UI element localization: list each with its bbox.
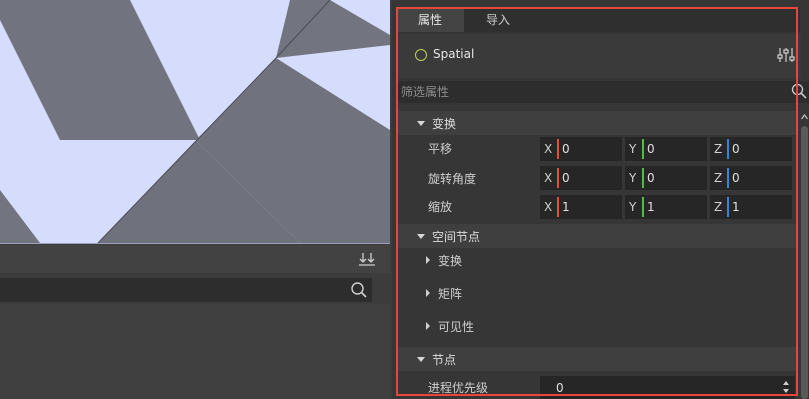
translation-label: 平移: [428, 142, 453, 156]
section-node[interactable]: 节点: [397, 347, 797, 371]
axis-x-label: X: [544, 171, 553, 185]
spinner-icon[interactable]: [781, 378, 791, 396]
tab-properties[interactable]: 属性: [396, 8, 465, 32]
chevron-right-icon: [426, 256, 430, 264]
left-search-bar[interactable]: [0, 278, 372, 302]
section-label: 变换: [432, 116, 457, 131]
rotation-z-field[interactable]: Z 0: [710, 166, 792, 190]
axis-y-marker: [642, 168, 644, 188]
rotation-x-value: 0: [562, 171, 570, 185]
group-label: 矩阵: [438, 286, 463, 301]
axis-x-marker: [557, 168, 559, 188]
rotation-label: 旋转角度: [428, 172, 477, 186]
chevron-right-icon: [426, 289, 430, 297]
scale-label: 缩放: [428, 200, 453, 214]
tab-import[interactable]: 导入: [464, 8, 533, 32]
spatial-node-icon: [415, 49, 427, 61]
axis-x-label: X: [544, 200, 553, 214]
inspector-tabs: 属性 导入: [396, 8, 533, 32]
3d-viewport[interactable]: [0, 0, 390, 243]
chevron-down-icon: [417, 356, 425, 362]
translation-z-field[interactable]: Z 0: [710, 137, 792, 161]
section-label: 节点: [432, 352, 457, 367]
scale-z-value: 1: [732, 200, 740, 214]
group-matrix[interactable]: 矩阵: [426, 284, 462, 302]
checker-floor: [0, 0, 390, 243]
section-spatial-node[interactable]: 空间节点: [397, 224, 797, 248]
axis-z-label: Z: [714, 171, 723, 185]
axis-x-marker: [557, 197, 559, 217]
download-icon[interactable]: [358, 251, 376, 267]
axis-y-marker: [642, 139, 644, 159]
scroll-up-icon[interactable]: [800, 110, 809, 124]
sliders-icon[interactable]: [776, 46, 796, 64]
tab-bar-background: [532, 8, 800, 32]
filter-properties-bar: [397, 81, 809, 103]
axis-x-label: X: [544, 142, 553, 156]
translation-z-value: 0: [732, 142, 740, 156]
chevron-right-icon: [426, 322, 430, 330]
axis-y-marker: [642, 197, 644, 217]
scale-x-value: 1: [562, 200, 570, 214]
chevron-down-icon: [417, 233, 425, 239]
scrollbar-thumb[interactable]: [801, 126, 808, 399]
filter-properties-input[interactable]: [401, 81, 781, 103]
scale-x-field[interactable]: X 1: [540, 195, 622, 219]
node-header: Spatial: [396, 34, 801, 78]
process-priority-value: 0: [556, 381, 564, 395]
axis-z-marker: [727, 168, 729, 188]
axis-z-label: Z: [714, 142, 723, 156]
scale-z-field[interactable]: Z 1: [710, 195, 792, 219]
rotation-x-field[interactable]: X 0: [540, 166, 622, 190]
bottom-panel-toolbar: [0, 245, 390, 273]
section-label: 空间节点: [432, 229, 481, 244]
axis-y-label: Y: [629, 200, 637, 214]
chevron-down-icon: [417, 120, 425, 126]
process-priority-field[interactable]: 0: [540, 376, 795, 399]
node-name: Spatial: [433, 47, 475, 61]
viewport-border: [0, 243, 390, 244]
search-icon[interactable]: [791, 83, 807, 99]
scale-y-field[interactable]: Y 1: [625, 195, 707, 219]
section-transform[interactable]: 变换: [397, 111, 797, 135]
scale-y-value: 1: [647, 200, 655, 214]
axis-z-label: Z: [714, 200, 723, 214]
group-transform[interactable]: 变换: [426, 251, 462, 269]
translation-x-value: 0: [562, 142, 570, 156]
group-label: 变换: [438, 253, 463, 268]
bottom-panel-content: [0, 304, 390, 399]
rotation-y-value: 0: [647, 171, 655, 185]
axis-y-label: Y: [629, 171, 637, 185]
axis-y-label: Y: [629, 142, 637, 156]
process-priority-label: 进程优先级: [428, 381, 489, 395]
axis-z-marker: [727, 139, 729, 159]
rotation-z-value: 0: [732, 171, 740, 185]
group-label: 可见性: [438, 319, 475, 334]
translation-y-value: 0: [647, 142, 655, 156]
rotation-y-field[interactable]: Y 0: [625, 166, 707, 190]
translation-y-field[interactable]: Y 0: [625, 137, 707, 161]
axis-z-marker: [727, 197, 729, 217]
group-visibility[interactable]: 可见性: [426, 317, 474, 335]
translation-x-field[interactable]: X 0: [540, 137, 622, 161]
search-icon[interactable]: [350, 281, 368, 299]
axis-x-marker: [557, 139, 559, 159]
